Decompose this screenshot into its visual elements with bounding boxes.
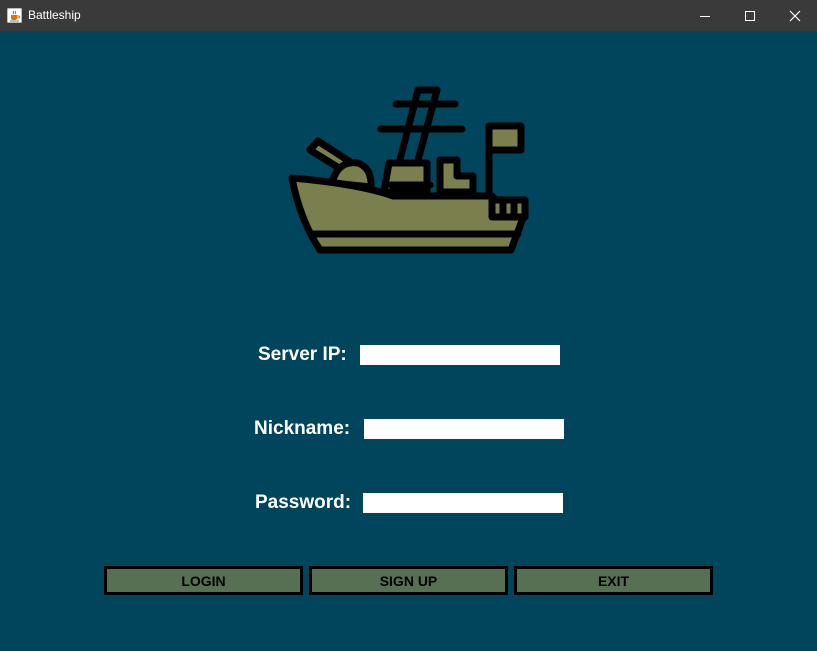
battleship-icon xyxy=(288,86,529,254)
title-bar[interactable]: Battleship xyxy=(0,0,817,31)
maximize-button[interactable] xyxy=(727,0,773,31)
nickname-label: Nickname: xyxy=(254,418,351,439)
minimize-button[interactable] xyxy=(682,0,728,31)
server-ip-label: Server IP: xyxy=(258,344,347,365)
maximize-icon xyxy=(745,10,755,21)
window-title: Battleship xyxy=(28,8,81,22)
password-input[interactable] xyxy=(363,493,563,513)
close-icon xyxy=(789,10,801,21)
nickname-input[interactable] xyxy=(364,419,564,439)
password-label: Password: xyxy=(255,492,352,513)
close-button[interactable] xyxy=(772,0,817,31)
login-button[interactable]: LOGIN xyxy=(104,566,303,595)
login-window: Battleship Server IP: Nickname: Password… xyxy=(0,0,817,651)
exit-button[interactable]: EXIT xyxy=(514,566,713,595)
java-cup-icon xyxy=(7,8,22,23)
minimize-icon xyxy=(700,15,710,17)
sign-up-button[interactable]: SIGN UP xyxy=(309,566,508,595)
server-ip-input[interactable] xyxy=(360,345,560,365)
